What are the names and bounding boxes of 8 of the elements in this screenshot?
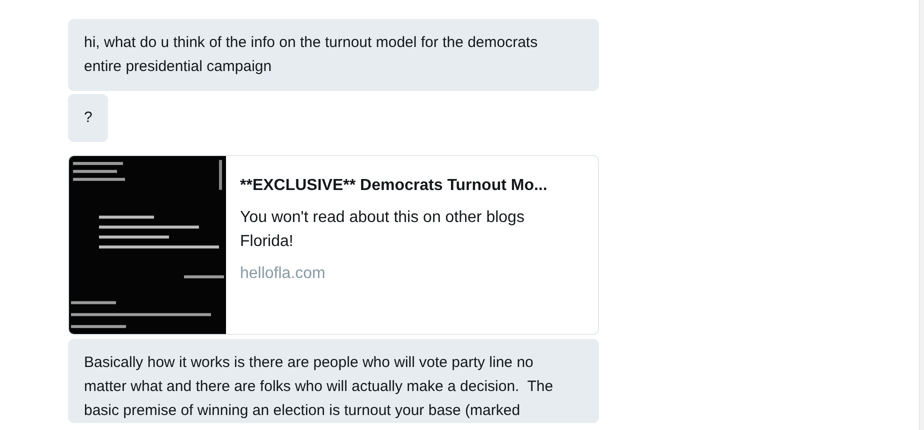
message-bubble: hi, what do u think of the info on the turnout model for the democrats entire presidential campaign: [68, 19, 599, 91]
link-title[interactable]: **EXCLUSIVE** Democrats Turnout Mo...: [240, 176, 548, 196]
link-domain: hellofla.com: [240, 264, 326, 284]
link-card[interactable]: **EXCLUSIVE** Democrats Turnout Mo... You won't read about this on other blogs Florida! hellofla.com: [68, 155, 599, 335]
scrollbar[interactable]: [919, 0, 924, 430]
message-bubble: ?: [68, 94, 108, 142]
message-bubble: Basically how it works is there are people who will vote party line no matter what and there are folks who will actually make a decision. The basic premise of winning an election is turnout your base (marked: [68, 339, 599, 423]
link-description: You won't read about this on other blogs Florida!: [240, 208, 526, 252]
